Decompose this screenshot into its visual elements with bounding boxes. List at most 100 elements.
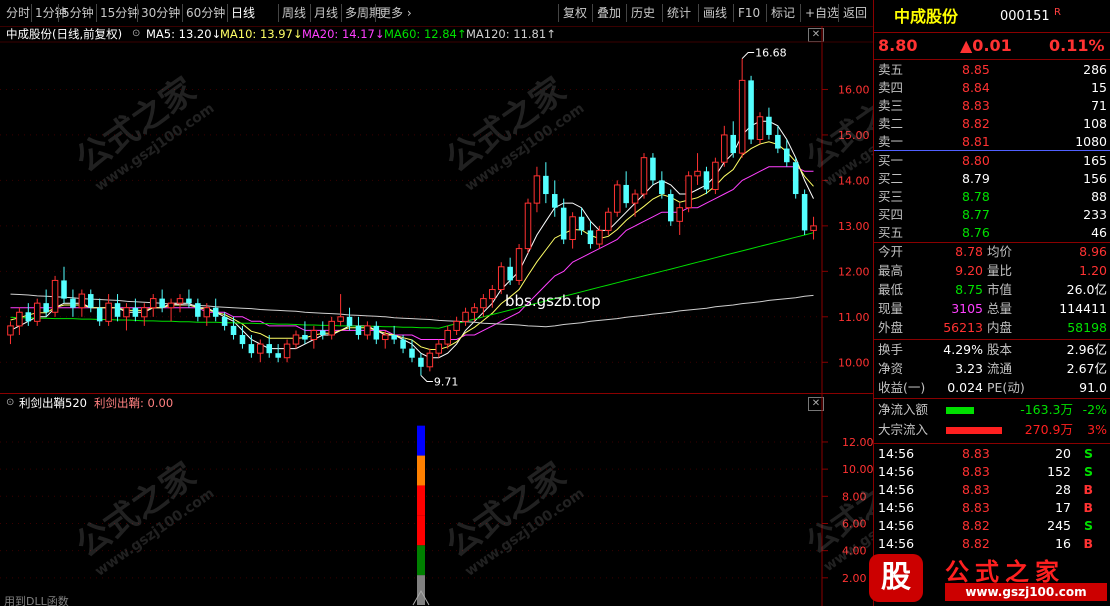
ask-volume: 71 [1091,98,1107,113]
high-label: 16.68 [755,47,787,60]
candle-down [239,334,246,345]
candle-down [391,334,397,340]
stat-label: 最高 [878,263,904,278]
ask-volume: 108 [1083,116,1107,131]
stat-value: 26.0亿 [1066,282,1107,297]
stat-value: 114411 [1059,301,1107,316]
low-marker [420,375,433,382]
ask-row: 卖三 8.83 71 [874,97,1110,115]
candle-up [78,293,86,309]
period-tab-0[interactable]: 分时 [6,4,30,22]
toolbar-button-5[interactable]: F10 [738,4,760,22]
candle-up [631,193,639,204]
ma60-line [10,232,814,329]
flow-pct: 3% [1087,422,1107,437]
candle-up [497,266,505,291]
candle-down [623,184,629,204]
period-tab-8[interactable]: 月线 [314,4,338,22]
stat-label: 总量 [987,301,1013,316]
candle-down [221,316,228,326]
flow-value: 270.9万 [1024,422,1073,437]
candle-down [748,80,754,140]
candle-down [400,339,406,349]
candle-up [676,207,683,222]
candle-down [43,303,49,313]
tick-side: B [1083,482,1093,497]
candle-down [578,216,585,231]
bid-price: 8.76 [962,225,990,240]
candle-down [61,280,67,299]
last-price: 8.80 [878,36,918,55]
stat-row: 最高 9.20 量比 1.20 [874,262,1110,280]
stat-label: 量比 [987,263,1013,278]
y-tick-label: 16.00 [838,83,870,96]
tick-volume: 28 [1055,482,1071,497]
stat-label: 最低 [878,282,904,297]
stat-value: 2.67亿 [1066,361,1107,376]
toolbar-button-8[interactable]: 返回 [843,4,867,22]
tick-volume: 245 [1047,518,1071,533]
tick-side: S [1083,518,1093,533]
stat-label: 今开 [878,244,904,259]
stat-value: 3105 [951,301,983,316]
logo-icon: 股 [869,554,923,602]
candle-down [418,357,424,367]
stat-value: 3.23 [955,361,983,376]
tick-volume: 20 [1055,446,1071,461]
indicator-chart[interactable]: 12.0010.008.006.004.002.00 [0,394,873,606]
toolbar-button-6[interactable]: 标记 [771,4,795,22]
stat-label: 收益(一) [878,380,926,395]
toolbar-button-7[interactable]: +自选 [805,4,839,22]
candlestick-chart[interactable]: 16.00 15.00 14.00 13.00 12.00 11.00 10.00 16.68… [0,26,873,393]
period-tab-3[interactable]: 15分钟 [100,4,139,22]
candle-down [409,348,415,358]
y-tick-label: 11.00 [838,311,870,324]
low-label: 9.71 [434,375,459,388]
ask-row: 卖四 8.84 15 [874,79,1110,97]
candle-up [364,325,371,336]
stat-row: 现量 3105 总量 114411 [874,300,1110,318]
site-watermark-text: bbs.gszb.top [505,292,601,310]
period-tab-7[interactable]: 周线 [282,4,306,22]
stat-label: 均价 [987,244,1013,259]
stat-value: 8.96 [1079,244,1107,259]
toolbar-button-4[interactable]: 画线 [703,4,727,22]
period-tab-4[interactable]: 30分钟 [141,4,180,22]
stat-label: 流通 [987,361,1013,376]
tick-volume: 152 [1047,464,1071,479]
candle-up [337,316,344,322]
bid-label: 买二 [878,171,904,186]
bid-row: 买五 8.76 46 [874,224,1110,242]
period-tab-10[interactable]: 更多 › [379,4,412,22]
stat-label: 换手 [878,342,904,357]
candle-down [230,325,237,335]
candle-up [533,175,541,204]
toolbar-button-3[interactable]: 统计 [667,4,691,22]
toolbar-button-0[interactable]: 复权 [563,4,587,22]
candle-down [302,334,308,340]
toolbar-button-2[interactable]: 历史 [631,4,655,22]
period-tab-2[interactable]: 5分钟 [62,4,94,22]
candle-up [141,307,148,318]
flow-bar [946,407,974,414]
toolbar-button-1[interactable]: 叠加 [597,4,621,22]
indicator-tick-label: 12.00 [842,436,873,449]
period-tab-5[interactable]: 60分钟 [186,4,225,22]
tick-price: 8.82 [962,536,990,551]
bid-volume: 88 [1091,189,1107,204]
candle-down [195,303,201,317]
stock-name: 中成股份 [894,7,959,26]
stat-value: 9.20 [955,263,983,278]
high-marker [741,52,755,59]
candle-up [524,202,532,250]
period-tab-6[interactable]: 日线 [231,4,255,22]
candle-up [738,79,746,154]
candle-down [659,180,665,195]
ask-label: 卖一 [878,134,904,149]
stat-row: 净资 3.23 流通 2.67亿 [874,360,1110,378]
stat-label: PE(动) [987,380,1025,395]
ask-volume: 15 [1091,80,1107,95]
tick-time: 14:56 [878,482,915,497]
tick-side: S [1083,446,1093,461]
y-tick-label: 12.00 [838,265,870,278]
